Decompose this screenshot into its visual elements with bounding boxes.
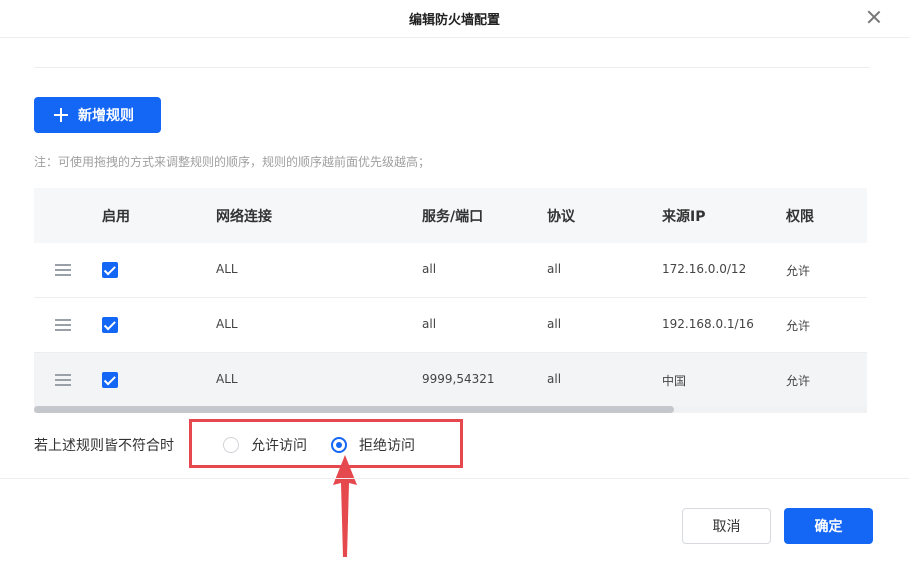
cell-service: all — [422, 317, 437, 331]
table-row[interactable]: ALL all all 192.168.0.1/16 允许 — [34, 298, 867, 353]
cell-protocol: all — [547, 372, 562, 386]
divider — [34, 67, 870, 68]
column-header-source-ip: 来源IP — [662, 209, 706, 225]
table-row[interactable]: ALL 9999,54321 all 中国 允许 — [34, 353, 867, 408]
dialog-header: 编辑防火墙配置 — [0, 0, 909, 38]
cell-permission: 允许 — [786, 264, 811, 278]
cell-network: ALL — [216, 317, 238, 331]
table-header: 启用 网络连接 服务/端口 协议 来源IP 权限 — [34, 188, 867, 243]
column-header-protocol: 协议 — [547, 209, 575, 225]
footer-divider — [0, 478, 909, 479]
horizontal-scrollbar[interactable] — [34, 406, 867, 413]
ok-button[interactable]: 确定 — [784, 508, 873, 544]
cell-source-ip: 172.16.0.0/12 — [662, 262, 747, 276]
column-header-permission: 权限 — [786, 209, 814, 225]
close-icon[interactable] — [865, 8, 883, 26]
column-header-service: 服务/端口 — [422, 209, 484, 225]
table-row[interactable]: ALL all all 172.16.0.0/12 允许 — [34, 243, 867, 298]
cell-service: all — [422, 262, 437, 276]
fallback-label: 若上述规则皆不符合时 — [34, 438, 174, 454]
add-rule-button[interactable]: 新增规则 — [34, 97, 161, 133]
edit-firewall-dialog: 编辑防火墙配置 新增规则 注：可使用拖拽的方式来调整规则的顺序，规则的顺序越前面… — [0, 0, 909, 570]
add-rule-label: 新增规则 — [78, 108, 134, 124]
cell-source-ip: 192.168.0.1/16 — [662, 317, 754, 331]
cell-network: ALL — [216, 262, 238, 276]
column-header-enabled: 启用 — [102, 209, 130, 225]
drag-handle-icon[interactable] — [55, 264, 71, 276]
cell-protocol: all — [547, 262, 562, 276]
cancel-button[interactable]: 取消 — [682, 508, 771, 544]
annotation-arrow-icon — [333, 455, 357, 557]
drag-handle-icon[interactable] — [55, 319, 71, 331]
rules-table: 启用 网络连接 服务/端口 协议 来源IP 权限 ALL all all 172… — [34, 188, 867, 413]
enable-checkbox[interactable] — [102, 372, 118, 388]
plus-icon — [54, 108, 68, 122]
column-header-network: 网络连接 — [216, 209, 272, 225]
cell-network: ALL — [216, 372, 238, 386]
cell-permission: 允许 — [786, 319, 811, 333]
scrollbar-thumb[interactable] — [34, 406, 674, 413]
dialog-title: 编辑防火墙配置 — [408, 13, 500, 28]
enable-checkbox[interactable] — [102, 262, 118, 278]
cell-service: 9999,54321 — [422, 372, 495, 386]
cell-permission: 允许 — [786, 374, 811, 388]
cell-source-ip: 中国 — [662, 374, 687, 388]
cell-protocol: all — [547, 317, 562, 331]
enable-checkbox[interactable] — [102, 317, 118, 333]
drag-handle-icon[interactable] — [55, 374, 71, 386]
drag-order-note: 注：可使用拖拽的方式来调整规则的顺序，规则的顺序越前面优先级越高； — [34, 155, 431, 169]
